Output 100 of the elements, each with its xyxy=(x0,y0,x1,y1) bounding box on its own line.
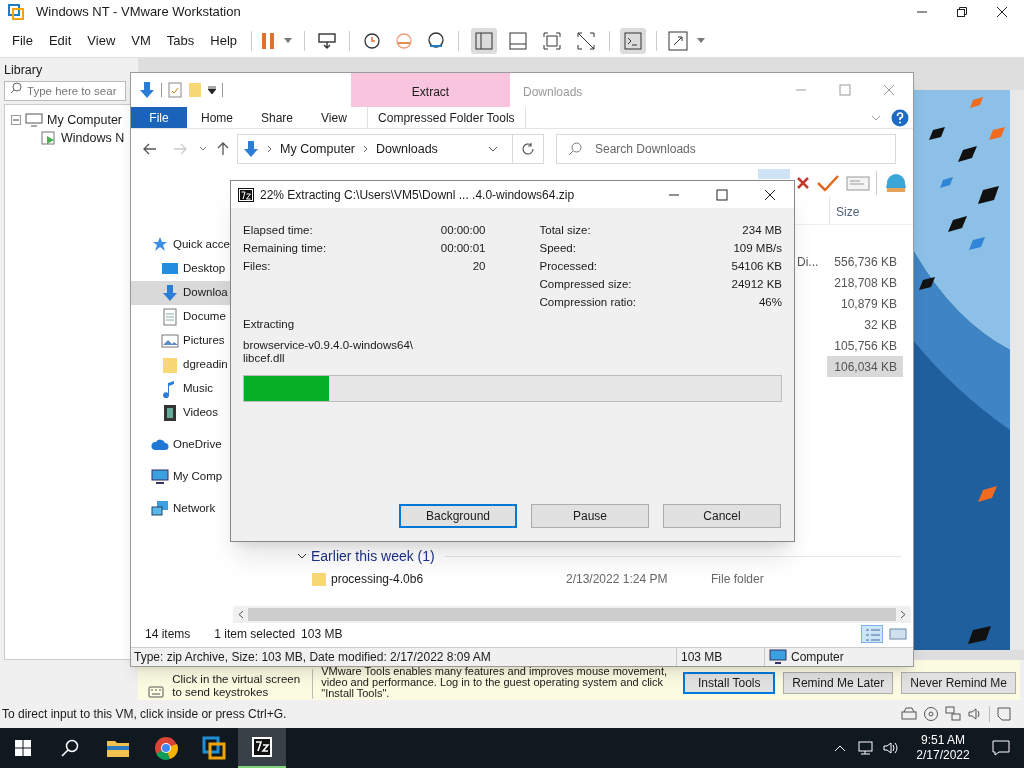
speaker-icon[interactable] xyxy=(967,706,983,722)
sidebar-layout-icon[interactable] xyxy=(471,27,498,54)
dialog-button[interactable]: Pause xyxy=(531,504,649,528)
nav-item[interactable]: Videos xyxy=(131,401,231,425)
table-cell[interactable]: 106,034 KB xyxy=(827,356,903,377)
tree-item[interactable]: Windows N xyxy=(61,128,125,148)
breadcrumb[interactable]: My Computer xyxy=(280,139,356,159)
maximize-icon[interactable] xyxy=(716,188,728,201)
network-icon[interactable] xyxy=(856,740,874,756)
download-arrow-icon[interactable] xyxy=(139,81,155,99)
file-name[interactable]: processing-4.0b6 xyxy=(331,570,566,588)
details-location: Computer xyxy=(791,649,844,666)
caret-icon[interactable] xyxy=(208,86,216,94)
collapse-icon[interactable] xyxy=(297,551,307,561)
nav-item[interactable]: Quick acce xyxy=(131,233,231,257)
scroll-left-icon[interactable] xyxy=(237,610,244,619)
breadcrumb[interactable]: Downloads xyxy=(376,139,438,159)
start-icon[interactable] xyxy=(15,740,31,756)
restore-icon[interactable] xyxy=(956,6,968,18)
help-icon[interactable] xyxy=(891,108,909,127)
tools-button[interactable]: Install Tools xyxy=(683,671,776,694)
back-icon[interactable] xyxy=(143,143,157,155)
address-bar[interactable]: My Computer Downloads xyxy=(237,134,544,164)
nav-item[interactable]: OneDrive xyxy=(131,433,231,457)
menu-item[interactable]: File xyxy=(6,27,39,54)
nav-item[interactable]: Desktop xyxy=(131,257,231,281)
up-icon[interactable] xyxy=(217,142,229,156)
horizontal-scrollbar[interactable] xyxy=(233,606,911,623)
tools-button[interactable]: Never Remind Me xyxy=(901,671,1016,694)
nav-item[interactable]: Downloa xyxy=(131,281,231,305)
volume-icon[interactable] xyxy=(882,740,900,756)
send-keys-icon[interactable] xyxy=(317,30,338,51)
nav-item[interactable]: Music xyxy=(131,377,231,401)
dialog-button[interactable]: Background xyxy=(399,504,517,528)
scrollbar-thumb[interactable] xyxy=(248,608,896,621)
table-cell[interactable]: 10,879 KB xyxy=(827,293,903,314)
column-header[interactable]: Size xyxy=(829,197,909,224)
dialog-button[interactable]: Cancel xyxy=(663,504,781,528)
ribbon-tab[interactable]: View xyxy=(307,107,361,128)
menu-item[interactable]: VM xyxy=(125,27,157,54)
archiver-taskbar-button[interactable] xyxy=(238,728,286,768)
computer-icon xyxy=(25,113,43,127)
pause-icon[interactable] xyxy=(260,31,277,50)
console-icon[interactable] xyxy=(620,27,647,54)
chevron-up-icon[interactable] xyxy=(834,744,846,752)
group-header[interactable]: Earlier this week (1) xyxy=(311,545,435,567)
keyboard-icon xyxy=(148,685,165,699)
ribbon-tab[interactable]: File xyxy=(131,107,187,128)
table-cell[interactable]: 218,708 KB xyxy=(827,272,903,293)
table-cell[interactable]: 105,756 KB xyxy=(827,335,903,356)
delete-icon[interactable] xyxy=(796,176,810,190)
scroll-right-icon[interactable] xyxy=(900,610,907,619)
archive-icon xyxy=(238,187,254,202)
network-icon xyxy=(151,500,169,518)
search-field[interactable]: Search Downloads xyxy=(556,134,896,164)
download-arrow-icon xyxy=(243,140,259,158)
chevron-down-icon[interactable] xyxy=(488,146,498,152)
cd-icon[interactable] xyxy=(923,706,939,722)
refresh-icon[interactable] xyxy=(521,142,535,156)
stretch-icon[interactable] xyxy=(667,29,690,52)
search-icon[interactable] xyxy=(61,739,79,757)
table-cell[interactable]: 32 KB xyxy=(827,314,903,335)
hard-disk-icon[interactable] xyxy=(901,707,917,721)
browser-icon[interactable] xyxy=(154,736,178,760)
stat-label: Speed: xyxy=(539,241,576,256)
search-icon xyxy=(568,142,582,156)
network-adapter-icon[interactable] xyxy=(945,706,961,722)
menu-item[interactable]: View xyxy=(81,27,122,54)
stat-label: Compressed size: xyxy=(539,277,632,292)
tools-button[interactable]: Remind Me Later xyxy=(783,671,894,694)
menu-item[interactable]: Help xyxy=(204,27,244,54)
tree-item[interactable]: My Computer xyxy=(47,110,123,130)
clock-date[interactable]: 2/17/2022 xyxy=(916,748,970,763)
properties-icon[interactable] xyxy=(168,82,182,98)
recent-locations-icon[interactable] xyxy=(199,146,207,152)
document-icon xyxy=(161,308,179,326)
nav-item[interactable]: Docume xyxy=(131,305,231,329)
ribbon-tab[interactable]: Share xyxy=(247,107,308,128)
nav-item[interactable]: dgreadin xyxy=(131,353,231,377)
table-cell[interactable]: 556,736 KB xyxy=(827,251,903,272)
menu-item[interactable]: Tabs xyxy=(160,27,201,54)
ribbon-tab[interactable]: Compressed Folder Tools xyxy=(366,107,526,128)
stat-value: 20 xyxy=(472,259,486,274)
close-icon[interactable] xyxy=(764,188,776,201)
nav-item[interactable]: My Comp xyxy=(131,465,231,489)
vmware-icon[interactable] xyxy=(202,736,226,760)
scrollbar[interactable] xyxy=(1010,90,1024,650)
notifications-icon[interactable] xyxy=(992,740,1010,756)
ribbon-tab[interactable]: Home xyxy=(187,107,247,128)
message-icon[interactable] xyxy=(996,706,1012,722)
folder-icon[interactable] xyxy=(106,738,130,758)
close-icon[interactable] xyxy=(996,6,1008,18)
checkmark-icon[interactable] xyxy=(816,173,840,193)
library-search-field[interactable]: Type here to sear xyxy=(4,81,126,101)
nav-item[interactable]: Pictures xyxy=(131,329,231,353)
nav-item[interactable]: Network xyxy=(131,497,231,521)
clock-time[interactable]: 9:51 AM xyxy=(921,733,965,748)
selection-size: 103 MB xyxy=(301,626,343,643)
menu-item[interactable]: Edit xyxy=(42,27,78,54)
details-text: Type: zip Archive, Size: 103 MB, Date modified: 2/17/2022 8:09 AM xyxy=(133,649,492,666)
